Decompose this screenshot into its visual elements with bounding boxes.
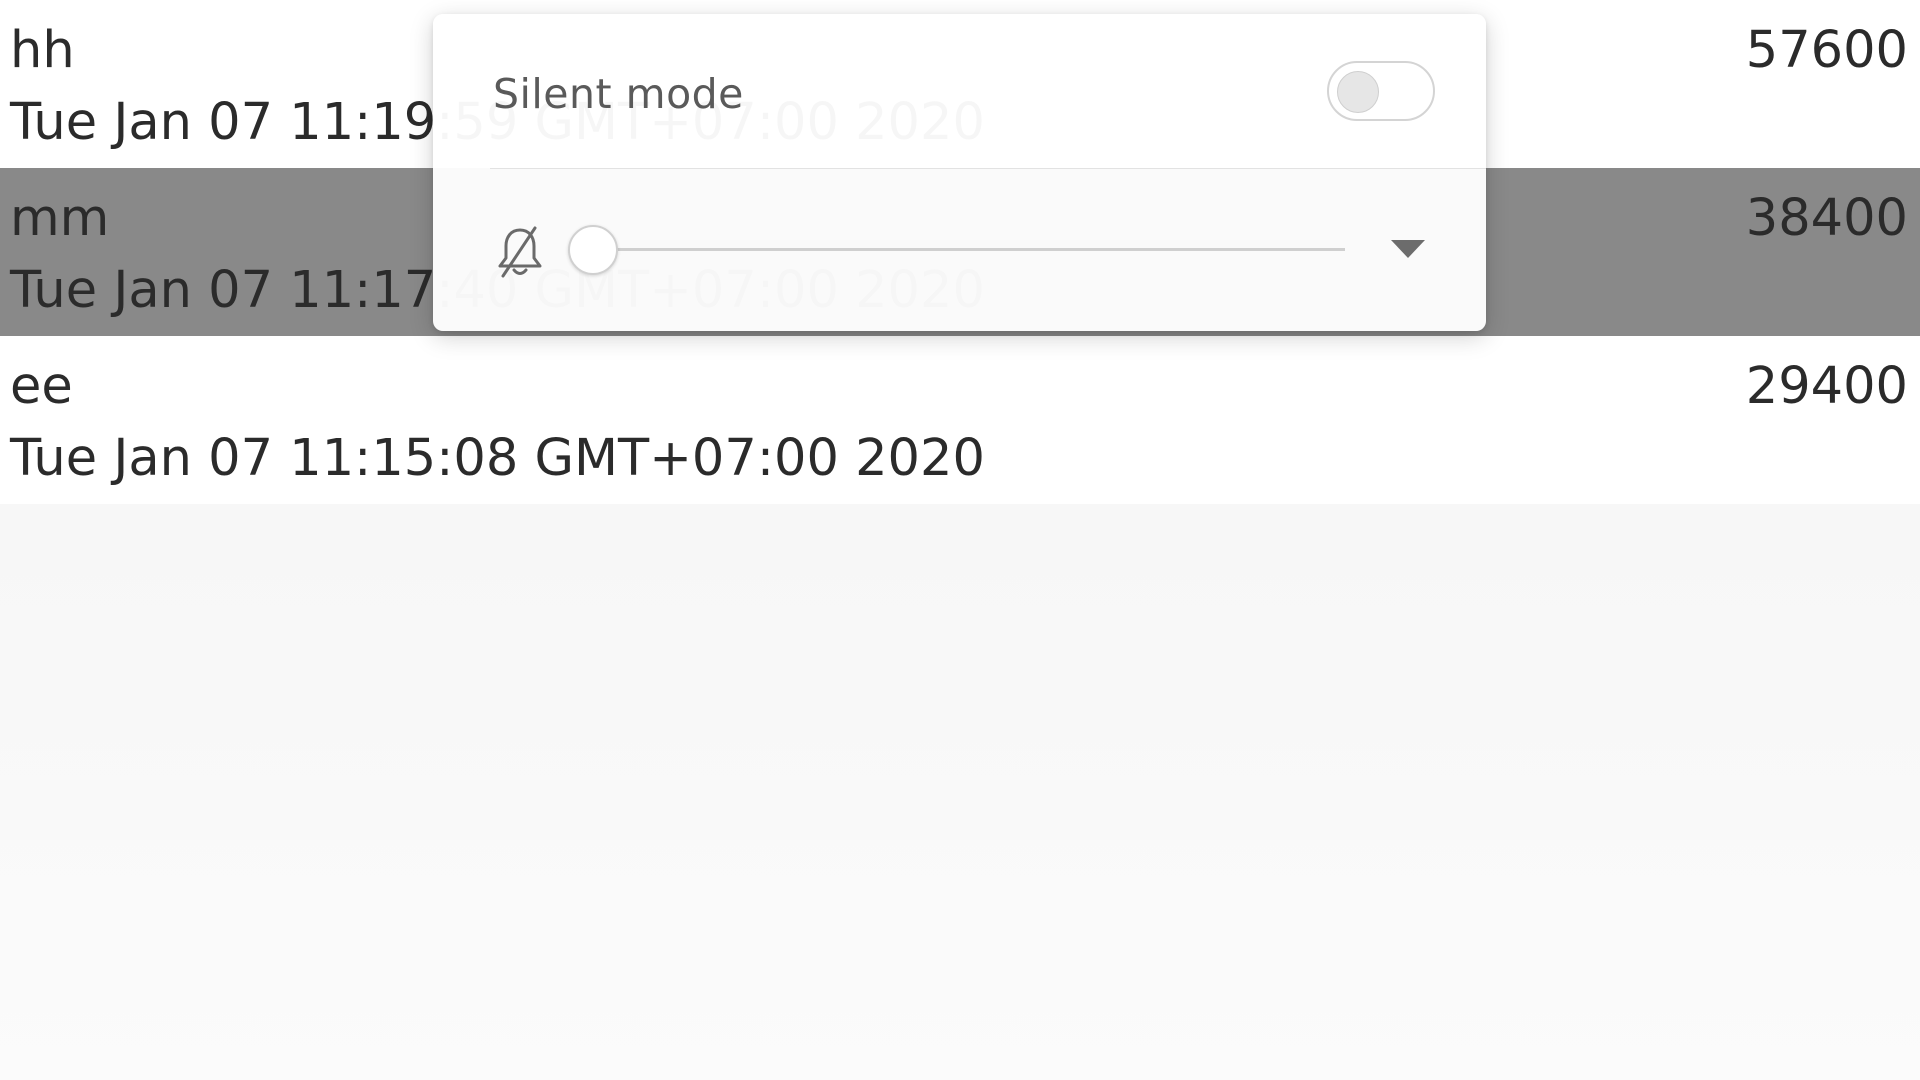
- item-value: 29400: [1745, 357, 1908, 416]
- item-name: hh: [10, 21, 75, 80]
- slider-track: [593, 248, 1345, 251]
- silent-mode-label: Silent mode: [493, 70, 744, 118]
- item-value: 57600: [1745, 21, 1908, 80]
- divider: [490, 168, 1486, 169]
- silent-mode-toggle[interactable]: [1327, 61, 1435, 121]
- item-date: Tue Jan 07 11:15:08 GMT+07:00 2020: [10, 429, 985, 488]
- toggle-knob: [1337, 71, 1379, 113]
- list-item[interactable]: ee 29400 Tue Jan 07 11:15:08 GMT+07:00 2…: [0, 336, 1920, 504]
- item-value: 38400: [1745, 189, 1908, 248]
- volume-slider[interactable]: [568, 224, 1368, 276]
- slider-thumb[interactable]: [568, 225, 618, 275]
- item-name: mm: [10, 189, 110, 248]
- chevron-down-icon[interactable]: [1391, 240, 1425, 258]
- item-name: ee: [10, 357, 73, 416]
- volume-panel: Silent mode: [433, 14, 1486, 331]
- bell-off-icon[interactable]: [495, 224, 545, 280]
